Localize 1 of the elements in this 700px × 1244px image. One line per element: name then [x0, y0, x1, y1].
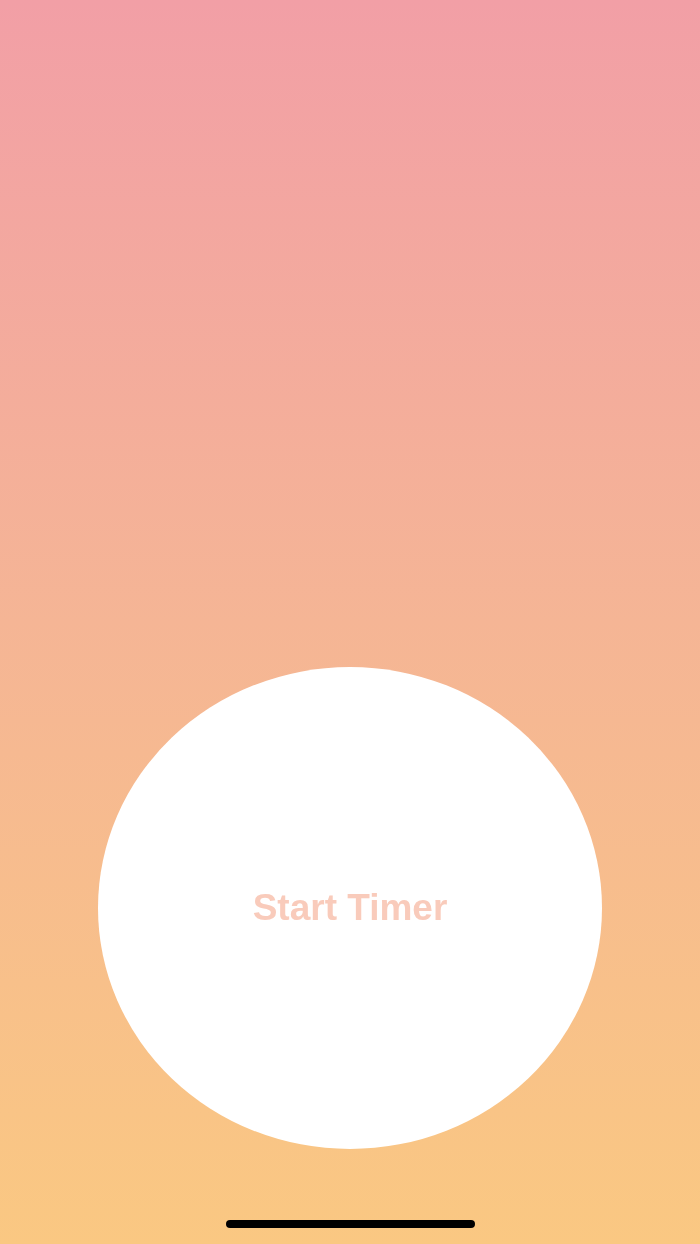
- start-timer-button[interactable]: Start Timer: [98, 667, 602, 1149]
